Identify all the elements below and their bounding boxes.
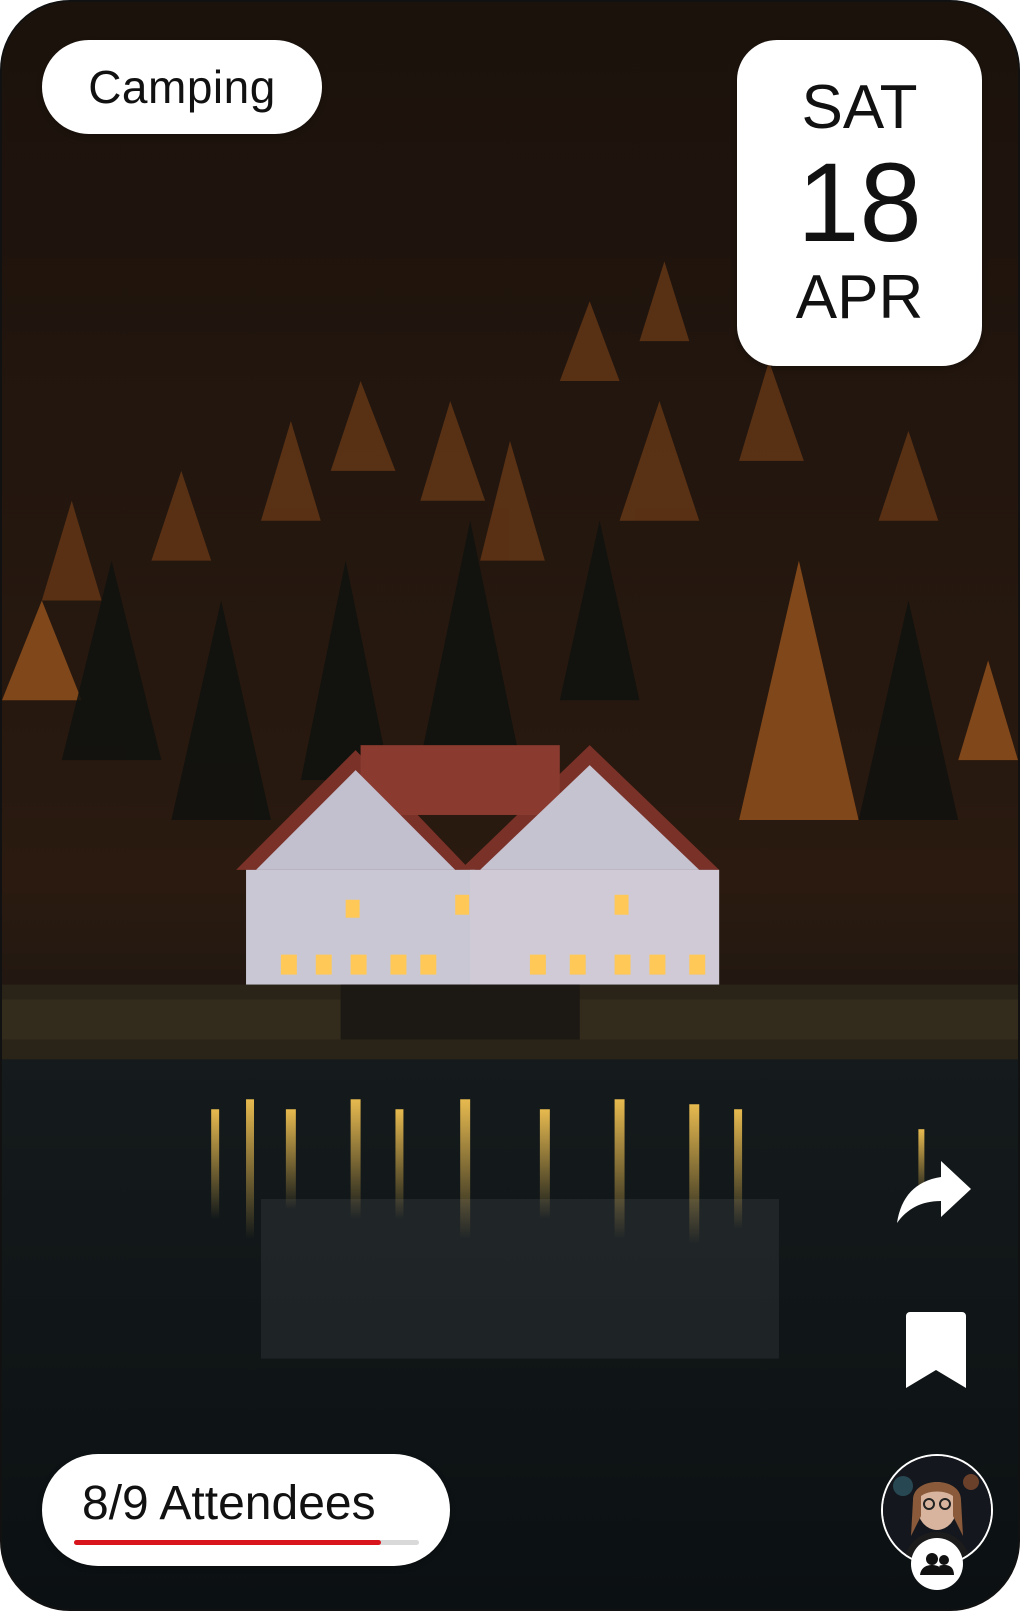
- category-label: Camping: [88, 61, 276, 113]
- attendees-progress-fill: [74, 1540, 381, 1545]
- date-badge: SAT 18 APR: [737, 40, 982, 366]
- event-card[interactable]: Camping SAT 18 APR 8/9 Attendees: [0, 0, 1020, 1611]
- attendees-label: 8/9 Attendees: [82, 1477, 376, 1530]
- share-icon: [897, 1161, 971, 1223]
- attendees-chip[interactable]: 8/9 Attendees: [42, 1454, 450, 1566]
- bookmark-icon: [906, 1312, 966, 1388]
- attendees-progress: [74, 1540, 419, 1545]
- category-chip[interactable]: Camping: [42, 40, 322, 134]
- bookmark-button[interactable]: [904, 1310, 968, 1390]
- group-icon: [911, 1538, 963, 1590]
- host-avatar-button[interactable]: [881, 1454, 993, 1590]
- date-month: APR: [795, 263, 924, 332]
- date-day: SAT: [801, 73, 918, 142]
- date-number: 18: [797, 140, 922, 265]
- share-button[interactable]: [895, 1157, 975, 1229]
